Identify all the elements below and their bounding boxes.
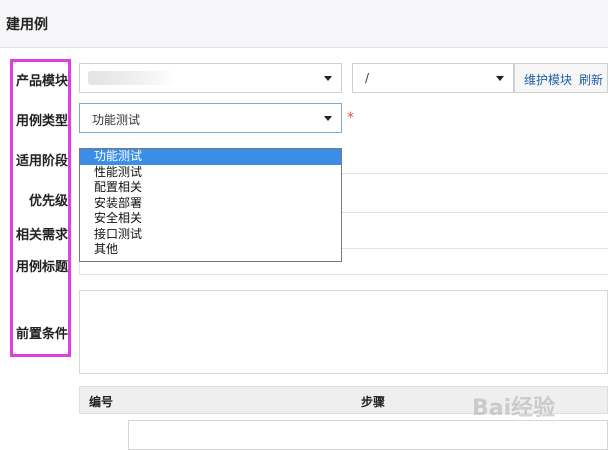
- field-line: [342, 173, 608, 174]
- column-header-steps: 步骤: [361, 395, 386, 409]
- maintain-module-link[interactable]: 维护模块: [524, 71, 572, 88]
- dropdown-option[interactable]: 功能测试: [80, 149, 341, 165]
- label-precondition: 前置条件: [16, 327, 69, 342]
- field-line: [342, 248, 608, 249]
- case-type-dropdown[interactable]: 功能测试 性能测试 配置相关 安装部署 安全相关 接口测试 其他: [79, 148, 342, 262]
- page-title: 建用例: [6, 17, 48, 33]
- watermark-logo: Bai经验: [472, 396, 556, 421]
- required-marker: *: [347, 110, 354, 126]
- label-stage: 适用阶段: [16, 154, 69, 169]
- dropdown-option[interactable]: 安全相关: [80, 211, 341, 227]
- module-select[interactable]: /: [352, 63, 514, 93]
- chevron-down-icon: [324, 116, 332, 121]
- label-priority: 优先级: [29, 194, 69, 209]
- label-product-module: 产品模块: [16, 74, 69, 89]
- label-case-type: 用例类型: [16, 114, 69, 129]
- dropdown-option[interactable]: 安装部署: [80, 196, 341, 212]
- dropdown-option[interactable]: 性能测试: [80, 165, 341, 181]
- blurred-product-name: [88, 71, 176, 85]
- label-related-story: 相关需求: [16, 228, 69, 243]
- top-bar: 建用例: [0, 0, 608, 48]
- case-type-select[interactable]: 功能测试: [79, 103, 342, 133]
- refresh-link[interactable]: 刷新: [579, 71, 603, 88]
- dropdown-option[interactable]: 接口测试: [80, 227, 341, 243]
- case-type-value: 功能测试: [92, 113, 141, 127]
- chevron-down-icon: [496, 76, 504, 81]
- module-select-value: /: [365, 71, 370, 85]
- precondition-textarea[interactable]: [79, 290, 608, 374]
- dropdown-option[interactable]: 配置相关: [80, 180, 341, 196]
- step-input[interactable]: [128, 420, 608, 450]
- chevron-down-icon: [324, 76, 332, 81]
- dropdown-option[interactable]: 其他: [80, 242, 341, 258]
- column-header-number: 编号: [89, 395, 114, 409]
- field-line: [342, 212, 608, 213]
- field-line: [79, 274, 608, 275]
- product-select[interactable]: [79, 63, 342, 93]
- label-case-title: 用例标题: [16, 260, 69, 275]
